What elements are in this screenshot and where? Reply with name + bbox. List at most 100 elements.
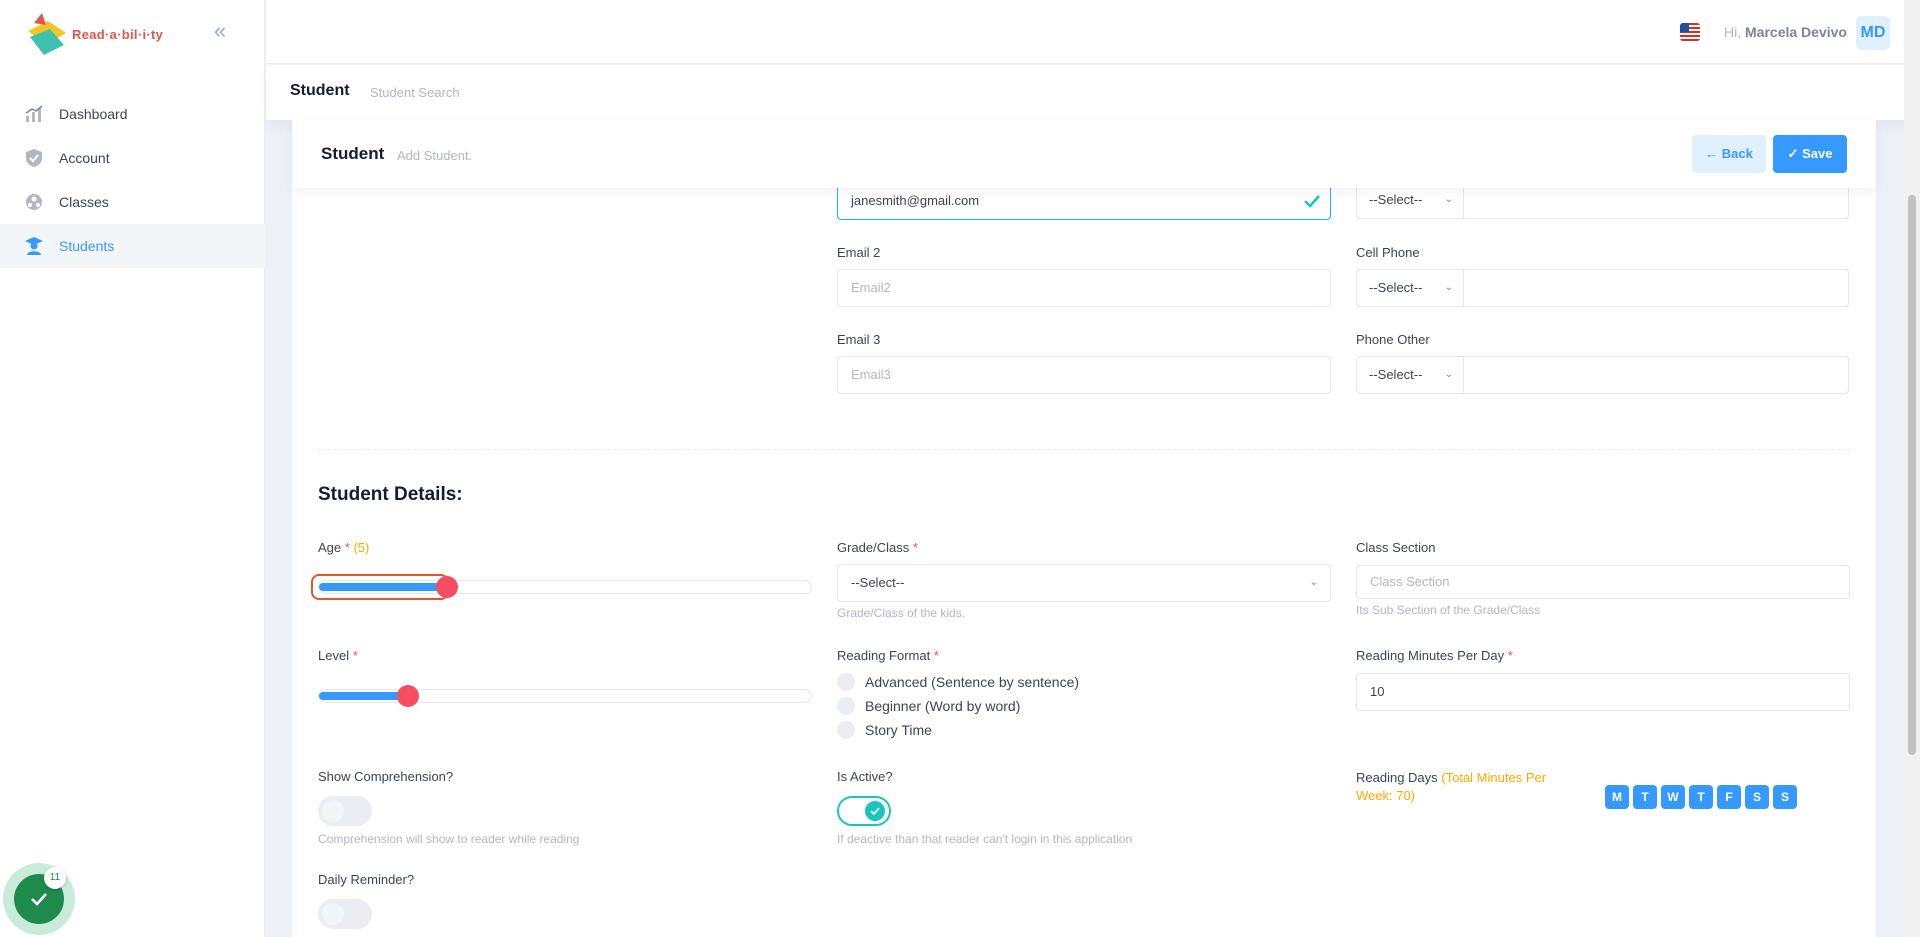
sidebar-nav: Dashboard Account Classes Students — [0, 92, 265, 268]
cell-phone-type-select[interactable]: --Select-- ⌄ — [1356, 269, 1464, 307]
reading-minutes-label: Reading Minutes Per Day * — [1356, 648, 1513, 663]
reading-format-option-advanced[interactable]: Advanced (Sentence by sentence) — [837, 673, 1079, 691]
toggle-knob — [322, 800, 344, 822]
required-marker: * — [344, 540, 350, 555]
grade-hint: Grade/Class of the kids. — [837, 606, 966, 620]
check-icon — [31, 893, 47, 906]
student-form-card — [292, 120, 1876, 937]
radio-button — [837, 721, 855, 739]
email-value: janesmith@gmail.com — [851, 193, 980, 208]
chevron-down-icon: ⌄ — [1444, 282, 1453, 293]
sidebar-item-dashboard[interactable]: Dashboard — [0, 92, 265, 136]
age-slider-fill — [319, 583, 447, 591]
reading-format-label: Reading Format * — [837, 648, 939, 663]
day-button-tuesday[interactable]: T — [1633, 785, 1657, 809]
show-comprehension-hint: Comprehension will show to reader while … — [318, 832, 580, 846]
email3-field[interactable]: Email3 — [837, 356, 1331, 394]
age-slider[interactable] — [318, 576, 812, 598]
card-title: Student — [321, 144, 385, 163]
reading-days-label: Reading Days (Total Minutes Per Week: 70… — [1356, 770, 1547, 803]
save-button[interactable]: ✓ Save — [1773, 135, 1847, 173]
us-flag-icon[interactable] — [1680, 23, 1700, 41]
classes-icon — [24, 192, 44, 212]
day-button-monday[interactable]: M — [1605, 785, 1629, 809]
scrollbar-thumb[interactable] — [1908, 195, 1916, 755]
chevron-down-icon: ⌄ — [1309, 577, 1318, 588]
chart-icon — [24, 104, 44, 124]
level-slider-fill — [319, 692, 408, 700]
top-header: Hi, Marcela Devivo MD — [266, 0, 1920, 64]
day-button-friday[interactable]: F — [1717, 785, 1741, 809]
age-value: (5) — [353, 540, 370, 555]
shield-icon — [24, 148, 44, 168]
level-slider-handle[interactable] — [397, 685, 419, 707]
day-button-sunday[interactable]: S — [1773, 785, 1797, 809]
show-comprehension-toggle[interactable] — [318, 796, 372, 826]
day-button-saturday[interactable]: S — [1745, 785, 1769, 809]
toggle-knob — [322, 903, 344, 925]
show-comprehension-label: Show Comprehension? — [318, 769, 454, 784]
sidebar-item-label: Classes — [59, 194, 109, 210]
check-icon — [870, 807, 880, 815]
sidebar-item-students[interactable]: Students — [0, 224, 265, 268]
day-button-wednesday[interactable]: W — [1661, 785, 1685, 809]
grade-select[interactable]: --Select-- ⌄ — [837, 564, 1331, 602]
breadcrumb[interactable]: Student Search — [370, 85, 460, 100]
phone-other-label: Phone Other — [1356, 332, 1430, 347]
book-logo-icon — [24, 11, 70, 57]
phone-other-type-select[interactable]: --Select-- ⌄ — [1356, 356, 1464, 394]
cell-phone-input[interactable] — [1464, 269, 1849, 307]
greeting-text: Hi, — [1724, 24, 1742, 40]
age-label: Age * (5) — [318, 540, 370, 555]
student-icon — [24, 236, 44, 256]
avatar[interactable]: MD — [1856, 16, 1890, 50]
radio-button — [837, 673, 855, 691]
sidebar-item-label: Students — [59, 238, 115, 254]
collapse-sidebar-icon[interactable]: « — [208, 20, 232, 44]
day-button-thursday[interactable]: T — [1689, 785, 1713, 809]
email2-field[interactable]: Email2 — [837, 269, 1331, 307]
back-button[interactable]: ← Back — [1692, 135, 1766, 173]
level-slider[interactable] — [318, 685, 812, 707]
sidebar-item-account[interactable]: Account — [0, 136, 265, 180]
subheader: Student Student Search — [266, 65, 1920, 120]
is-active-hint: If deactive than that reader can't login… — [837, 832, 1133, 846]
reading-format-option-story-time[interactable]: Story Time — [837, 721, 932, 739]
user-greeting[interactable]: Hi, Marcela Devivo — [1724, 24, 1847, 40]
floating-action: 11 — [3, 863, 75, 935]
level-label: Level * — [318, 648, 358, 663]
reading-format-option-beginner[interactable]: Beginner (Word by word) — [837, 697, 1020, 715]
chevron-down-icon: ⌄ — [1444, 369, 1453, 380]
email3-label: Email 3 — [837, 332, 881, 347]
logo-text: Read·a·bil·i·ty — [72, 26, 164, 42]
grade-label: Grade/Class * — [837, 540, 918, 555]
app-logo[interactable]: Read·a·bil·i·ty — [24, 8, 184, 60]
required-marker: * — [933, 648, 939, 663]
check-icon — [1304, 195, 1320, 208]
phone-other-input[interactable] — [1464, 356, 1849, 394]
sidebar-item-label: Dashboard — [59, 106, 128, 122]
class-section-hint: Its Sub Section of the Grade/Class — [1356, 603, 1541, 617]
section-title: Student Details: — [318, 484, 463, 505]
required-marker: * — [912, 540, 918, 555]
is-active-label: Is Active? — [837, 769, 893, 784]
required-marker: * — [352, 648, 358, 663]
sidebar-item-label: Account — [59, 150, 110, 166]
age-slider-handle[interactable] — [436, 576, 458, 598]
cell-phone-label: Cell Phone — [1356, 245, 1420, 260]
email2-label: Email 2 — [837, 245, 881, 260]
notification-badge: 11 — [44, 867, 66, 889]
card-subtitle: Add Student. — [397, 148, 473, 163]
section-divider — [318, 449, 1850, 450]
card-header: Student Add Student. ← Back ✓ Save — [292, 120, 1876, 188]
radio-button — [837, 697, 855, 715]
class-section-field[interactable]: Class Section — [1356, 565, 1850, 599]
daily-reminder-label: Daily Reminder? — [318, 872, 415, 887]
user-name: Marcela Devivo — [1745, 24, 1847, 40]
reading-minutes-field[interactable]: 10 — [1356, 673, 1850, 711]
class-section-label: Class Section — [1356, 540, 1436, 555]
is-active-toggle[interactable] — [837, 796, 891, 826]
toggle-knob — [865, 801, 885, 821]
daily-reminder-toggle[interactable] — [318, 899, 372, 929]
sidebar-item-classes[interactable]: Classes — [0, 180, 265, 224]
